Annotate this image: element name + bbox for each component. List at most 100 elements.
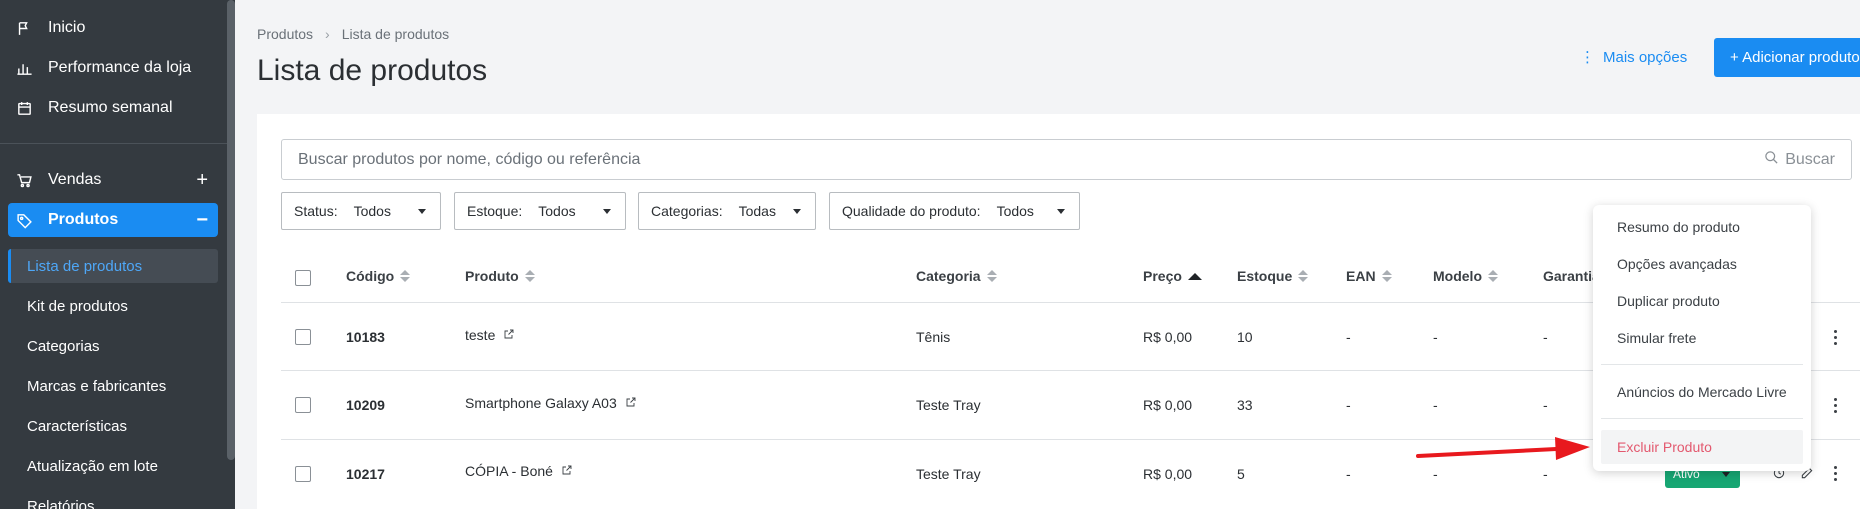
- cell-price: R$ 0,00: [1143, 466, 1193, 482]
- expand-icon[interactable]: +: [196, 170, 208, 190]
- more-options-button[interactable]: ⋮ Mais opções: [1580, 48, 1688, 67]
- sidebar-item-label: Resumo semanal: [48, 99, 173, 116]
- column-header-garantia[interactable]: Garantia: [1543, 268, 1600, 284]
- sidebar-item-produtos[interactable]: Produtos −: [8, 203, 218, 237]
- column-header-ean[interactable]: EAN: [1346, 268, 1392, 284]
- collapse-icon[interactable]: −: [196, 210, 208, 230]
- cell-category: Teste Tray: [916, 466, 981, 482]
- sidebar-subitem-caracteristicas[interactable]: Características: [8, 409, 218, 443]
- sidebar-item-inicio[interactable]: Inicio: [8, 11, 218, 45]
- column-header-modelo[interactable]: Modelo: [1433, 268, 1498, 284]
- vertical-dots-icon: ⋮: [1580, 49, 1595, 66]
- row-actions-icon[interactable]: [1834, 330, 1838, 345]
- search-button-label: Buscar: [1785, 151, 1835, 168]
- sidebar-item-vendas[interactable]: Vendas +: [8, 163, 218, 197]
- tag-icon: [12, 208, 36, 232]
- search-input[interactable]: Buscar produtos por nome, código ou refe…: [281, 139, 1852, 180]
- column-label: Código: [346, 268, 395, 284]
- sidebar-subitem-relatorios[interactable]: Relatórios: [8, 489, 218, 509]
- external-link-icon[interactable]: [561, 463, 573, 479]
- more-options-label: Mais opções: [1603, 48, 1688, 66]
- cell-stock: 33: [1237, 397, 1253, 413]
- sidebar-subitem-lista-de-produtos[interactable]: Lista de produtos: [8, 249, 218, 283]
- cell-ean: -: [1346, 329, 1351, 345]
- caret-down-icon: [603, 209, 611, 214]
- menu-item-anuncios-mercado-livre[interactable]: Anúncios do Mercado Livre: [1617, 384, 1787, 400]
- cell-code: 10209: [346, 397, 385, 413]
- product-name[interactable]: teste: [465, 327, 495, 343]
- search-placeholder: Buscar produtos por nome, código ou refe…: [298, 150, 641, 168]
- sidebar-subitem-atualizacao-em-lote[interactable]: Atualização em lote: [8, 449, 218, 483]
- sidebar-divider: [0, 143, 235, 144]
- filter-qualidade[interactable]: Qualidade do produto: Todos: [829, 192, 1080, 230]
- menu-item-excluir-produto[interactable]: Excluir Produto: [1601, 430, 1803, 464]
- row-checkbox[interactable]: [295, 329, 311, 345]
- caret-down-icon: [793, 209, 801, 214]
- breadcrumb-current: Lista de produtos: [341, 26, 450, 42]
- filter-label: Categorias:: [651, 203, 723, 219]
- product-name[interactable]: CÓPIA - Boné: [465, 463, 553, 479]
- column-label: Estoque: [1237, 268, 1293, 284]
- cell-model: -: [1433, 466, 1438, 482]
- add-product-button[interactable]: + Adicionar produto: [1714, 38, 1860, 77]
- sidebar-subitem-marcas[interactable]: Marcas e fabricantes: [8, 369, 218, 403]
- column-header-preco[interactable]: Preço: [1143, 268, 1202, 284]
- caret-down-icon: [1057, 209, 1065, 214]
- cell-price: R$ 0,00: [1143, 397, 1193, 413]
- cell-product[interactable]: teste: [465, 327, 515, 343]
- menu-item-resumo-do-produto[interactable]: Resumo do produto: [1617, 219, 1740, 235]
- filter-status[interactable]: Status: Todos: [281, 192, 441, 230]
- sidebar: Inicio Performance da loja Resumo semana…: [0, 0, 235, 509]
- sidebar-item-performance[interactable]: Performance da loja: [8, 51, 218, 85]
- row-actions-icon[interactable]: [1834, 466, 1838, 481]
- row-actions-icon[interactable]: [1834, 398, 1838, 413]
- column-header-produto[interactable]: Produto: [465, 268, 535, 284]
- cell-product[interactable]: CÓPIA - Boné: [465, 463, 573, 479]
- chevron-right-icon: ›: [325, 26, 330, 42]
- calendar-icon: [12, 96, 36, 120]
- column-header-estoque[interactable]: Estoque: [1237, 268, 1309, 284]
- filter-estoque[interactable]: Estoque: Todos: [454, 192, 626, 230]
- search-button[interactable]: Buscar: [1764, 150, 1835, 170]
- product-name[interactable]: Smartphone Galaxy A03: [465, 395, 617, 411]
- caret-down-icon: [1722, 472, 1730, 477]
- menu-divider: [1601, 418, 1803, 419]
- column-header-categoria[interactable]: Categoria: [916, 268, 997, 284]
- flag-icon: [12, 16, 36, 40]
- row-checkbox[interactable]: [295, 397, 311, 413]
- cell-model: -: [1433, 329, 1438, 345]
- external-link-icon[interactable]: [625, 395, 637, 411]
- select-all-checkbox[interactable]: [295, 270, 311, 286]
- menu-item-simular-frete[interactable]: Simular frete: [1617, 330, 1696, 346]
- cell-stock: 5: [1237, 466, 1245, 482]
- menu-item-opcoes-avancadas[interactable]: Opções avançadas: [1617, 256, 1737, 272]
- search-icon: [1764, 150, 1779, 170]
- cell-product[interactable]: Smartphone Galaxy A03: [465, 395, 637, 411]
- sidebar-subitem-categorias[interactable]: Categorias: [8, 329, 218, 363]
- cell-model: -: [1433, 397, 1438, 413]
- sort-icon: [986, 270, 997, 282]
- sidebar-subitem-kit-de-produtos[interactable]: Kit de produtos: [8, 289, 218, 323]
- sort-icon: [524, 270, 535, 282]
- sort-icon: [1298, 270, 1309, 282]
- sort-icon: [1488, 270, 1498, 282]
- breadcrumb-link-produtos[interactable]: Produtos: [257, 26, 313, 42]
- row-checkbox[interactable]: [295, 466, 311, 482]
- cell-code: 10183: [346, 329, 385, 345]
- column-label: Modelo: [1433, 268, 1482, 284]
- column-label: Categoria: [916, 268, 981, 284]
- filter-label: Status:: [294, 203, 338, 219]
- sort-icon: [400, 270, 411, 282]
- column-header-codigo[interactable]: Código: [346, 268, 411, 284]
- cell-code: 10217: [346, 466, 385, 482]
- sidebar-item-label: Inicio: [48, 19, 86, 36]
- cell-price: R$ 0,00: [1143, 329, 1193, 345]
- sidebar-scrollbar[interactable]: [227, 0, 235, 460]
- column-label: EAN: [1346, 268, 1376, 284]
- sidebar-item-resumo-semanal[interactable]: Resumo semanal: [8, 91, 218, 125]
- sidebar-item-label: Produtos: [48, 211, 119, 228]
- cell-warranty: -: [1543, 329, 1548, 345]
- menu-item-duplicar-produto[interactable]: Duplicar produto: [1617, 293, 1720, 309]
- filter-categorias[interactable]: Categorias: Todas: [638, 192, 816, 230]
- external-link-icon[interactable]: [503, 327, 515, 343]
